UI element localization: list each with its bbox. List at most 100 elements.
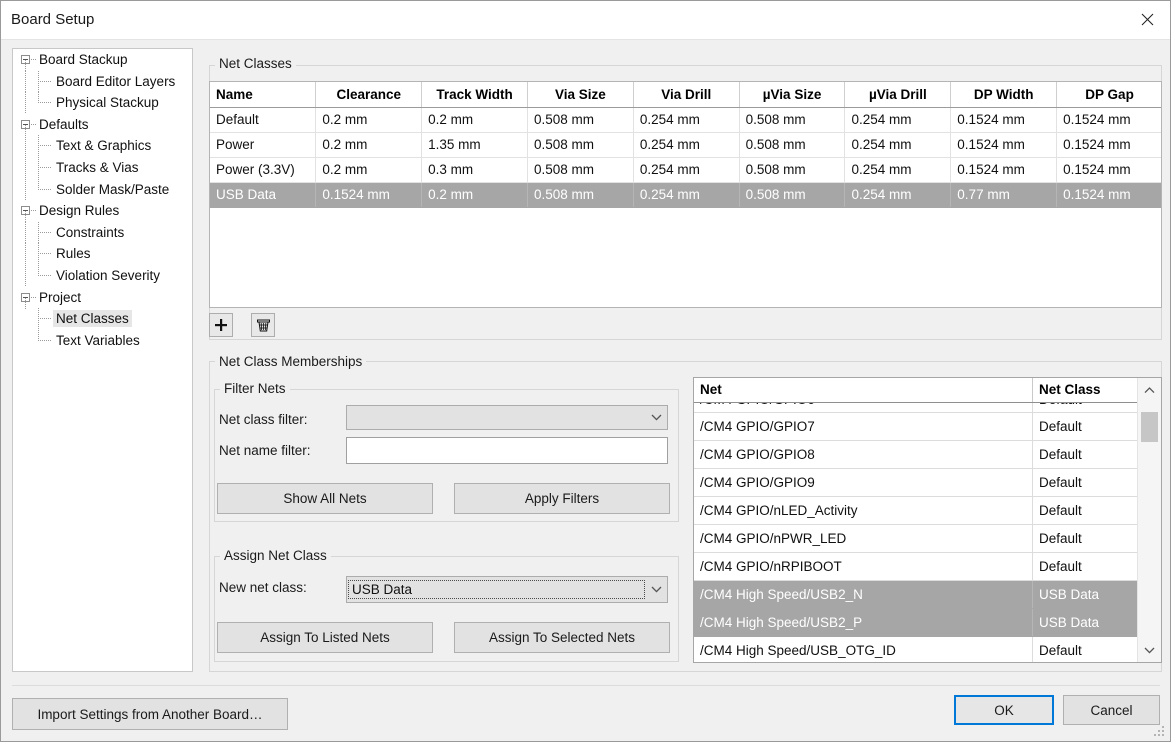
nets-table-row[interactable]: /CM4 GPIO/nPWR_LED Default — [694, 525, 1138, 553]
net-classes-cell[interactable]: 0.1524 mm — [1056, 182, 1161, 208]
assign-to-selected-nets-button[interactable]: Assign To Selected Nets — [454, 622, 670, 653]
net-classes-column-header[interactable]: DP Width — [950, 82, 1058, 108]
net-classes-row[interactable]: Power 0.2 mm 1.35 mm 0.508 mm 0.254 mm 0.508 … — [210, 132, 1161, 158]
net-classes-row[interactable]: USB Data 0.1524 mm 0.2 mm 0.508 mm 0.254 mm 0… — [210, 182, 1161, 208]
net-classes-cell[interactable]: 0.254 mm — [844, 157, 952, 183]
net-classes-column-header[interactable]: Via Drill — [633, 82, 740, 108]
sidebar-item-board-editor-layers[interactable]: Board Editor Layers — [13, 70, 192, 93]
new-net-class-combo[interactable]: USB Data — [346, 576, 668, 603]
net-classes-cell[interactable]: 0.3 mm — [421, 157, 528, 183]
net-classes-column-header[interactable]: Clearance — [315, 82, 423, 108]
sidebar-item-net-classes[interactable]: Net Classes — [13, 308, 192, 330]
net-classes-cell[interactable]: 0.508 mm — [527, 132, 634, 158]
nets-table-row[interactable]: /CM4 GPIO/GPIO8 Default — [694, 441, 1138, 469]
apply-filters-button[interactable]: Apply Filters — [454, 483, 670, 514]
settings-tree[interactable]: Board Stackup Board Editor Layers Physical… — [12, 48, 193, 672]
net-classes-cell[interactable]: 0.508 mm — [739, 107, 846, 133]
sidebar-item-text-graphics[interactable]: Text & Graphics — [13, 135, 192, 157]
nets-table[interactable]: Net Net Class /CM4 GPIO/GPIO6 Default/CM4… — [693, 377, 1162, 663]
sidebar-item-defaults[interactable]: Defaults — [13, 114, 192, 136]
net-classes-cell[interactable]: 1.35 mm — [421, 132, 528, 158]
nets-table-row[interactable]: /CM4 GPIO/GPIO6 Default — [694, 403, 1138, 413]
nets-table-header[interactable]: Net Net Class — [694, 378, 1138, 403]
net-classes-cell[interactable]: 0.1524 mm — [950, 107, 1058, 133]
net-classes-cell[interactable]: Power (3.3V) — [210, 157, 317, 183]
net-classes-cell[interactable]: 0.1524 mm — [1056, 107, 1161, 133]
net-classes-body[interactable]: Default 0.2 mm 0.2 mm 0.508 mm 0.254 mm 0.508… — [210, 107, 1161, 208]
nets-table-row[interactable]: /CM4 GPIO/nLED_Activity Default — [694, 497, 1138, 525]
net-classes-cell[interactable]: 0.254 mm — [844, 182, 952, 208]
sidebar-item-constraints[interactable]: Constraints — [13, 221, 192, 244]
net-classes-cell[interactable]: 0.254 mm — [844, 107, 952, 133]
net-name-cell: /CM4 GPIO/nRPIBOOT — [700, 559, 842, 574]
sidebar-item-text-variables[interactable]: Text Variables — [13, 329, 192, 352]
net-classes-cell[interactable]: 0.2 mm — [315, 157, 423, 183]
net-classes-cell[interactable]: 0.1524 mm — [950, 157, 1058, 183]
net-classes-cell[interactable]: Default — [210, 107, 317, 133]
net-classes-cell[interactable]: 0.2 mm — [315, 132, 423, 158]
net-classes-table-element: Name Clearance Track Width Via Size Via Dril… — [210, 82, 1161, 208]
sidebar-item-physical-stackup[interactable]: Physical Stackup — [13, 92, 192, 114]
net-classes-cell[interactable]: 0.508 mm — [527, 182, 634, 208]
net-classes-cell[interactable]: 0.1524 mm — [315, 182, 423, 208]
net-classes-cell[interactable]: 0.1524 mm — [950, 132, 1058, 158]
net-classes-row[interactable]: Default 0.2 mm 0.2 mm 0.508 mm 0.254 mm 0.508… — [210, 107, 1161, 133]
show-all-nets-button[interactable]: Show All Nets — [217, 483, 433, 514]
sidebar-item-solder-mask-paste[interactable]: Solder Mask/Paste — [13, 178, 192, 201]
nets-table-row[interactable]: /CM4 High Speed/USB2_P USB Data — [694, 609, 1138, 637]
net-classes-cell[interactable]: 0.254 mm — [633, 182, 740, 208]
net-classes-cell[interactable]: 0.77 mm — [950, 182, 1058, 208]
net-classes-cell[interactable]: 0.254 mm — [633, 132, 740, 158]
net-classes-cell[interactable]: Power — [210, 132, 317, 158]
net-classes-cell[interactable]: USB Data — [210, 182, 317, 208]
net-classes-cell[interactable]: 0.508 mm — [739, 157, 846, 183]
nets-scrollbar[interactable] — [1137, 378, 1161, 662]
nets-table-row[interactable]: /CM4 High Speed/USB_OTG_ID Default — [694, 637, 1138, 662]
net-classes-cell[interactable]: 0.254 mm — [844, 132, 952, 158]
close-button[interactable] — [1124, 1, 1170, 38]
ok-button[interactable]: OK — [954, 695, 1054, 725]
net-classes-cell[interactable]: 0.2 mm — [315, 107, 423, 133]
net-classes-cell[interactable]: 0.254 mm — [633, 157, 740, 183]
net-classes-cell[interactable]: 0.254 mm — [633, 107, 740, 133]
delete-net-class-button[interactable] — [251, 313, 275, 337]
sidebar-item-violation-severity[interactable]: Violation Severity — [13, 264, 192, 287]
net-classes-cell[interactable]: 0.508 mm — [527, 107, 634, 133]
net-classes-column-header[interactable]: µVia Drill — [844, 82, 952, 108]
net-classes-cell[interactable]: 0.1524 mm — [1056, 132, 1161, 158]
scroll-up-button[interactable] — [1138, 378, 1161, 402]
net-classes-column-header[interactable]: DP Gap — [1056, 82, 1161, 108]
cancel-button[interactable]: Cancel — [1063, 695, 1160, 725]
net-classes-table[interactable]: Name Clearance Track Width Via Size Via Dril… — [209, 81, 1162, 308]
sidebar-item-design-rules[interactable]: Design Rules — [13, 200, 192, 223]
net-classes-column-header[interactable]: Via Size — [527, 82, 634, 108]
sidebar-item-project[interactable]: Project — [13, 287, 192, 309]
net-classes-cell[interactable]: 0.508 mm — [527, 157, 634, 183]
net-classes-cell[interactable]: 0.2 mm — [421, 182, 528, 208]
resize-grip[interactable] — [1154, 726, 1166, 738]
nets-table-row[interactable]: /CM4 GPIO/GPIO7 Default — [694, 413, 1138, 441]
nets-table-row[interactable]: /CM4 GPIO/nRPIBOOT Default — [694, 553, 1138, 581]
net-classes-column-header[interactable]: µVia Size — [739, 82, 846, 108]
nets-table-row[interactable]: /CM4 GPIO/GPIO9 Default — [694, 469, 1138, 497]
sidebar-item-rules[interactable]: Rules — [13, 243, 192, 265]
add-net-class-button[interactable] — [209, 313, 233, 337]
scrollbar-thumb[interactable] — [1141, 412, 1158, 442]
nets-table-body[interactable]: /CM4 GPIO/GPIO6 Default/CM4 GPIO/GPIO7 Def… — [694, 403, 1138, 662]
import-settings-button[interactable]: Import Settings from Another Board… — [12, 698, 288, 730]
scroll-down-button[interactable] — [1138, 638, 1161, 662]
assign-to-listed-nets-button[interactable]: Assign To Listed Nets — [217, 622, 433, 653]
net-classes-column-header[interactable]: Name — [210, 82, 317, 108]
net-classes-cell[interactable]: 0.508 mm — [739, 132, 846, 158]
net-classes-header-row[interactable]: Name Clearance Track Width Via Size Via Dril… — [210, 82, 1161, 108]
nets-table-row[interactable]: /CM4 High Speed/USB2_N USB Data — [694, 581, 1138, 609]
net-classes-column-header[interactable]: Track Width — [421, 82, 528, 108]
sidebar-item-board-stackup[interactable]: Board Stackup — [13, 49, 192, 71]
net-name-filter-input[interactable] — [346, 437, 668, 464]
net-classes-row[interactable]: Power (3.3V) 0.2 mm 0.3 mm 0.508 mm 0.254 mm… — [210, 157, 1161, 183]
sidebar-item-tracks-vias[interactable]: Tracks & Vias — [13, 156, 192, 179]
net-classes-cell[interactable]: 0.1524 mm — [1056, 157, 1161, 183]
net-classes-cell[interactable]: 0.2 mm — [421, 107, 528, 133]
net-class-filter-combo[interactable] — [346, 405, 668, 430]
net-classes-cell[interactable]: 0.508 mm — [739, 182, 846, 208]
